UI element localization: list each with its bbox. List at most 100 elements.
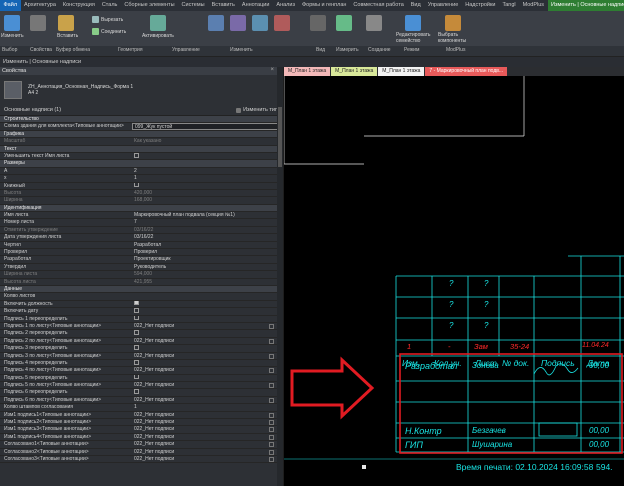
property-value[interactable]: Руководитель [132,264,282,270]
property-checkbox[interactable] [134,300,139,306]
join-button[interactable]: Соединить [92,28,126,35]
property-value[interactable]: Проверил [132,249,282,255]
type-selector[interactable]: ZH_Аннотация_Основная_Надпись_Форма 1 А4… [0,75,282,105]
property-browse-button[interactable] [269,420,274,426]
property-browse-button[interactable] [269,397,274,403]
property-value[interactable]: 7 [132,219,282,225]
property-checkbox[interactable] [134,152,139,158]
copy-icon[interactable] [252,15,268,31]
menu-item[interactable]: Сборные элементы [121,0,178,11]
property-browse-button[interactable] [269,338,274,344]
menu-item[interactable]: Системы [178,0,208,11]
scroll-thumb[interactable] [278,107,282,167]
property-browse-button[interactable] [269,412,274,418]
property-value[interactable]: 022_Нет подписи [132,449,282,455]
property-checkbox[interactable] [134,389,139,395]
property-group[interactable]: Размеры [0,160,282,168]
rotate-icon[interactable] [230,15,246,31]
property-group[interactable]: Текст [0,145,282,153]
property-value[interactable] [132,293,282,299]
edit-family-icon[interactable] [405,15,421,31]
menu-item[interactable]: Изменить | Основные надписи [547,0,624,11]
menu-item[interactable]: Сталь [98,0,121,11]
property-browse-button[interactable] [269,434,274,440]
property-value[interactable] [132,300,282,307]
property-browse-button[interactable] [269,383,274,389]
property-value[interactable]: 2 [132,168,282,174]
property-value[interactable]: 022_Нет подписи [132,441,282,447]
edit-type-button[interactable]: Изменить тип [236,107,278,113]
view-tab[interactable]: М_План 1 этажа [331,67,378,76]
delete-icon[interactable] [274,15,290,31]
menu-item[interactable]: Надстройки [462,0,499,11]
view-icon[interactable] [310,15,326,31]
properties-icon[interactable] [30,15,46,31]
property-checkbox[interactable] [134,315,139,321]
property-value[interactable]: 022_Нет подписи [132,434,282,440]
property-group[interactable]: Графика [0,130,282,139]
property-value[interactable]: 022_Нет подписи [132,382,282,388]
property-value[interactable] [132,308,282,314]
property-checkbox[interactable] [134,308,139,313]
property-value[interactable] [132,389,282,395]
property-value[interactable]: 022_Нет подписи [132,353,282,359]
modify-button[interactable]: Изменить [1,33,24,39]
menu-item[interactable]: Архитектура [21,0,60,11]
property-value[interactable] [132,374,282,381]
property-browse-button[interactable] [269,442,274,448]
property-browse-button[interactable] [269,368,274,374]
view-tab[interactable]: М_План 1 этажа [284,67,331,76]
property-value[interactable]: 022_Нет подписи [132,456,282,462]
property-value[interactable] [132,182,282,189]
property-browse-button[interactable] [269,323,274,329]
property-group[interactable]: Строительство [0,116,282,124]
paste-icon[interactable] [58,15,74,31]
close-icon[interactable]: × [270,67,274,73]
property-value[interactable]: 022_Нет подписи [132,426,282,432]
property-browse-button[interactable] [269,427,274,433]
menu-item[interactable]: Tangl [499,0,519,11]
property-value[interactable] [132,330,282,336]
activate-button[interactable]: Активировать [142,33,174,39]
property-checkbox[interactable] [134,359,139,365]
pick-components-button[interactable]: Выбрать компоненты [438,32,474,44]
cut-button[interactable]: Вырезать [92,16,123,23]
menu-item[interactable]: Управление [424,0,462,11]
property-value[interactable]: 099_Жук пустой [132,123,282,130]
property-browse-button[interactable] [269,449,274,455]
view-tab[interactable]: М_План 1 этажа [378,67,425,76]
property-value[interactable] [132,315,282,322]
properties-scrollbar[interactable] [277,67,283,486]
property-value[interactable]: Разработал [132,242,282,248]
menu-item[interactable]: Формы и генплан [298,0,349,11]
property-checkbox[interactable] [134,182,139,188]
measure-icon[interactable] [336,15,352,31]
property-value[interactable] [132,359,282,366]
menu-item[interactable]: Вид [407,0,424,11]
edit-family-button[interactable]: Редактировать семейство [396,32,432,44]
property-checkbox[interactable] [134,374,139,380]
property-value[interactable] [132,152,282,159]
drawing-canvas[interactable]: ? ? ? ? ? ? 1 - Зам 35-24 11.04.24 Изм. … [284,76,624,486]
property-value[interactable]: 03/16/22 [132,234,282,240]
property-value[interactable]: 022_Нет подписи [132,419,282,425]
property-value[interactable]: 022_Нет подписи [132,412,282,418]
property-value[interactable]: Маркировочный план подвала (секция №1) [132,212,282,218]
menu-item[interactable]: Вставить [208,0,238,11]
modify-icon[interactable] [4,15,20,31]
property-group[interactable]: Идентификация [0,204,282,213]
create-icon[interactable] [366,15,382,31]
move-icon[interactable] [208,15,224,31]
menu-item[interactable]: Аннотации [238,0,273,11]
menu-item[interactable]: Файл [0,0,21,11]
property-group[interactable]: Данные [0,285,282,294]
selection-filter[interactable]: Основные надписи (1) [4,107,61,113]
property-value[interactable]: 022_Нет подписи [132,323,282,329]
property-value[interactable]: 022_Нет подписи [132,397,282,403]
property-checkbox[interactable] [134,330,139,335]
property-value[interactable]: 022_Нет подписи [132,367,282,373]
menu-item[interactable]: ModPlus [519,0,547,11]
menu-item[interactable]: Анализ [273,0,299,11]
property-value[interactable]: Проектировщик [132,256,282,262]
property-browse-button[interactable] [269,353,274,359]
